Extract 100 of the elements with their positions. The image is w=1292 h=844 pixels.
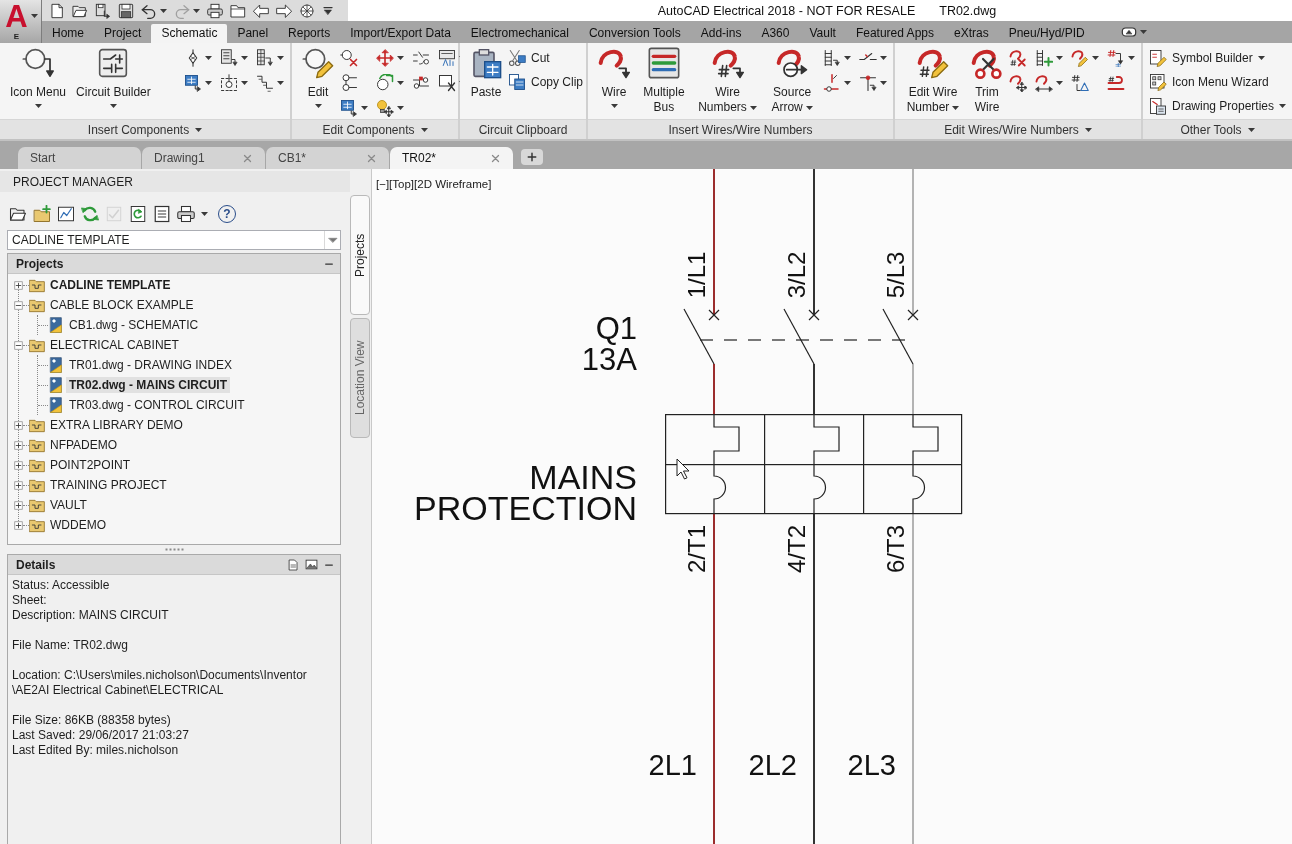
ladder-icon[interactable]	[823, 48, 841, 67]
collapse-icon[interactable]	[14, 300, 23, 310]
ribbon-panel-title[interactable]: Edit Wires/Wire Numbers	[895, 119, 1141, 139]
ribbon-button[interactable]: Trim Wire	[967, 46, 1007, 115]
tree-item[interactable]: NFPADEMO	[47, 437, 121, 453]
tree-item[interactable]: TR02.dwg - MAINS CIRCUIT	[66, 377, 230, 393]
component-delete-icon[interactable]	[340, 48, 358, 67]
caret-icon[interactable]	[193, 8, 200, 13]
section-header[interactable]: Projects	[8, 254, 340, 274]
ribbon-tab[interactable]: Pneu/Hyd/PID	[998, 24, 1095, 43]
project-dropdown[interactable]: CADLINE TEMPLATE	[7, 230, 341, 250]
ladder-add-icon[interactable]	[1035, 48, 1053, 67]
caret-icon[interactable]	[1279, 103, 1287, 108]
ribbon-button[interactable]: Drawing Properties	[1149, 96, 1287, 115]
ribbon-tab[interactable]: A360	[751, 24, 800, 43]
caret-icon[interactable]	[1247, 127, 1255, 132]
ribbon-button[interactable]: Multiple Bus	[636, 46, 692, 115]
tree-item[interactable]: ELECTRICAL CABINET	[47, 337, 182, 353]
wire-number-flip-icon[interactable]	[1071, 73, 1089, 92]
caret-icon[interactable]	[1056, 80, 1063, 85]
move-icon[interactable]	[376, 48, 394, 67]
new-file-icon[interactable]	[49, 2, 65, 19]
ribbon-button[interactable]: Edit Wire Number	[901, 46, 965, 115]
caret-icon[interactable]	[1257, 55, 1265, 60]
open-folder-icon[interactable]	[9, 205, 27, 223]
ribbon-tab[interactable]: Import/Export Data	[340, 24, 461, 43]
ribbon-tab[interactable]: Reports	[278, 24, 341, 43]
wire-stretch-icon[interactable]	[1035, 73, 1053, 92]
swap-icon[interactable]	[376, 73, 394, 92]
expand-icon[interactable]	[14, 480, 23, 490]
expand-icon[interactable]	[14, 440, 23, 450]
component-panel-icon[interactable]	[220, 48, 238, 67]
forward-arrow-icon[interactable]	[276, 2, 292, 19]
caret-icon[interactable]	[109, 104, 117, 108]
caret-icon[interactable]	[880, 55, 887, 60]
caret-icon[interactable]	[205, 80, 212, 85]
junction-icon[interactable]	[859, 73, 877, 92]
expand-icon[interactable]	[14, 420, 23, 430]
ribbon-tab[interactable]: Conversion Tools	[578, 24, 691, 43]
tree-item[interactable]: EXTRA LIBRARY DEMO	[47, 417, 186, 433]
caret-icon[interactable]	[1128, 55, 1135, 60]
reverse-contact-icon[interactable]	[412, 48, 430, 67]
ribbon-tab[interactable]: Panel	[227, 24, 279, 43]
undo-icon[interactable]	[141, 2, 157, 19]
chart-icon[interactable]	[57, 205, 75, 223]
ribbon-button[interactable]: Wire Numbers	[693, 46, 762, 115]
grip-icon[interactable]	[165, 548, 185, 551]
viewport-control[interactable]: [Top]	[389, 178, 415, 190]
tree-item[interactable]: CADLINE TEMPLATE	[47, 277, 174, 293]
caret-icon[interactable]	[420, 127, 428, 132]
side-tab[interactable]: Location View	[350, 318, 370, 438]
caret-icon[interactable]	[31, 14, 38, 18]
caret-icon[interactable]	[314, 104, 322, 108]
tree-item[interactable]: TR03.dwg - CONTROL CIRCUIT	[66, 397, 248, 413]
close-icon[interactable]	[491, 153, 500, 163]
caret-icon[interactable]	[397, 55, 404, 60]
step-line-icon[interactable]	[256, 73, 274, 92]
caret-icon[interactable]	[241, 80, 248, 85]
save-icon[interactable]	[118, 2, 134, 19]
ribbon-button[interactable]: Paste	[466, 46, 506, 100]
wire-loop-icon[interactable]	[1107, 73, 1125, 92]
application-menu-button[interactable]: A E	[0, 0, 42, 43]
ribbon-button[interactable]: Circuit Builder	[72, 46, 155, 108]
caret-icon[interactable]	[277, 80, 284, 85]
node-link-icon[interactable]	[412, 73, 430, 92]
caret-icon[interactable]	[201, 212, 208, 216]
back-arrow-icon[interactable]	[253, 2, 269, 19]
ribbon-tab[interactable]: Schematic	[151, 24, 228, 43]
ribbon-tab[interactable]: Electromechanical	[460, 24, 579, 43]
document-tab[interactable]: Drawing1	[142, 147, 265, 169]
tree-item[interactable]: POINT2POINT	[47, 457, 133, 473]
ribbon-button[interactable]: Cut	[508, 48, 584, 67]
box-delete-icon[interactable]	[438, 73, 456, 92]
caret-icon[interactable]	[1139, 30, 1147, 34]
print-icon[interactable]	[177, 205, 195, 223]
caret-icon[interactable]	[844, 55, 851, 60]
ribbon-button[interactable]: Icon Menu	[6, 46, 71, 108]
document-refresh-icon[interactable]	[129, 205, 147, 223]
tree-item[interactable]: WDDEMO	[47, 517, 109, 533]
linked-circles-icon[interactable]	[340, 73, 358, 92]
expand-icon[interactable]	[14, 460, 23, 470]
ribbon-tab[interactable]: Home	[42, 24, 94, 43]
ribbon-button[interactable]: Source Arrow	[763, 46, 821, 115]
caret-icon[interactable]	[241, 55, 248, 60]
document-icon[interactable]	[287, 558, 299, 571]
caret-icon[interactable]	[610, 104, 618, 108]
caret-icon[interactable]	[397, 105, 404, 110]
ribbon-button[interactable]: Icon Menu Wizard	[1149, 72, 1287, 91]
caret-icon[interactable]	[205, 55, 212, 60]
caret-icon[interactable]	[34, 104, 42, 108]
caret-icon[interactable]	[195, 127, 203, 132]
document-tab[interactable]: CB1*	[266, 147, 389, 169]
ribbon-tab[interactable]: Project	[94, 24, 152, 43]
document-list-icon[interactable]	[153, 205, 171, 223]
ribbon-button[interactable]: Wire	[594, 46, 634, 108]
dropdown-icon[interactable]	[322, 4, 334, 17]
caret-icon[interactable]	[361, 105, 368, 110]
caret-icon[interactable]	[277, 55, 284, 60]
ribbon-panel-title[interactable]: Edit Components	[292, 119, 458, 139]
ribbon-panel-title[interactable]: Other Tools	[1143, 119, 1292, 139]
